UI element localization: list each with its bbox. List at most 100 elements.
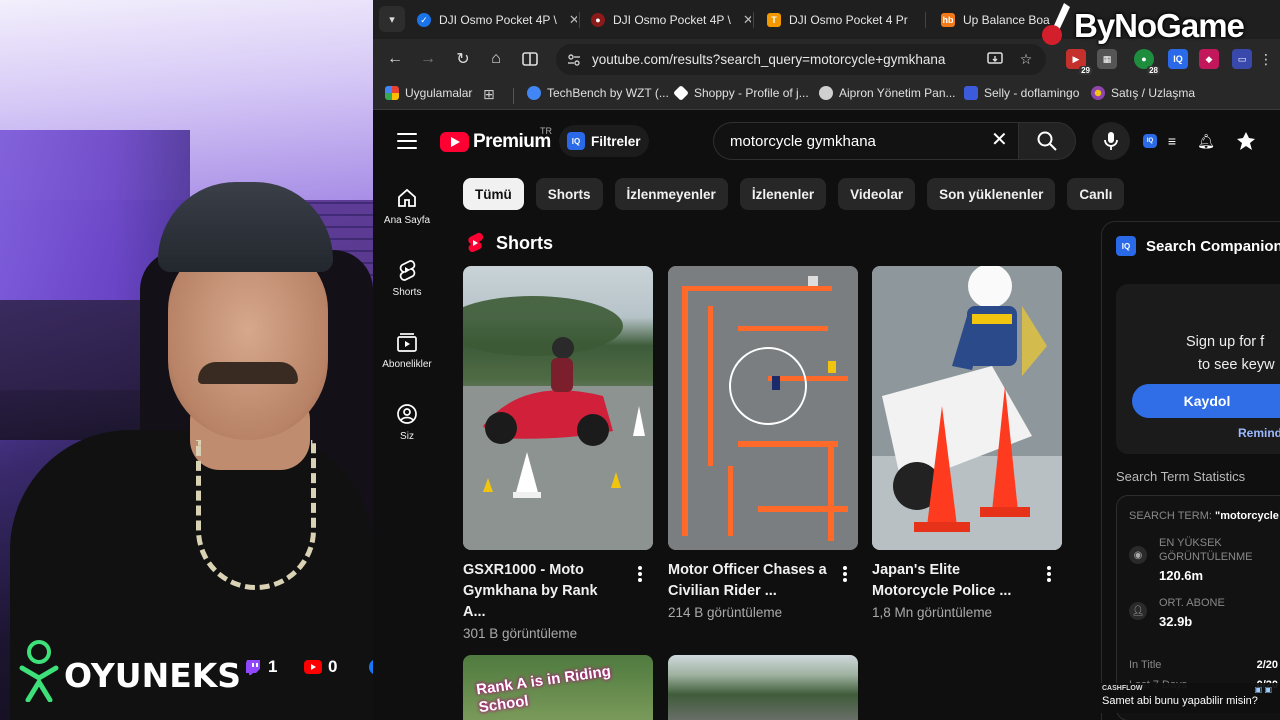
stats-title: Search Term Statistics bbox=[1116, 469, 1246, 484]
person-icon: 👤︎ bbox=[1129, 602, 1147, 620]
guide-shorts[interactable]: Shorts bbox=[373, 259, 441, 298]
guide-home[interactable]: Ana Sayfa bbox=[373, 187, 441, 226]
bookmark-label: Aipron Yönetim Pan... bbox=[839, 86, 956, 100]
thumbnail-caption: Rank A is in Riding School bbox=[475, 662, 612, 717]
ext-iq-icon[interactable]: IQ bbox=[1168, 49, 1188, 69]
short-thumbnail[interactable] bbox=[463, 266, 653, 550]
tab-divider bbox=[579, 12, 580, 28]
tab-1[interactable]: ✓ DJI Osmo Pocket 4P \ ✕ bbox=[417, 5, 577, 35]
short-card-2[interactable]: Motor Officer Chases a Civilian Rider ..… bbox=[668, 266, 858, 620]
youtube-logo[interactable]: Premium bbox=[440, 131, 551, 153]
bookmark-apps[interactable]: Uygulamalar bbox=[385, 86, 472, 100]
site-info-icon[interactable] bbox=[564, 50, 584, 70]
short-title[interactable]: Japan's Elite Motorcycle Police ... bbox=[872, 560, 1032, 602]
create-icon[interactable] bbox=[1236, 131, 1256, 151]
chip-all[interactable]: Tümü bbox=[463, 178, 524, 210]
remind-link[interactable]: Remind bbox=[1238, 426, 1280, 440]
more-options-icon[interactable] bbox=[842, 566, 848, 582]
subscriptions-icon bbox=[397, 333, 417, 352]
filters-button[interactable]: IQ Filtreler bbox=[559, 125, 649, 157]
guide-subscriptions[interactable]: Abonelikler bbox=[373, 331, 441, 370]
close-icon[interactable]: ✕ bbox=[743, 12, 751, 28]
reload-icon[interactable]: ↻ bbox=[453, 49, 473, 69]
short-title[interactable]: GSXR1000 - Moto Gymkhana by Rank A... bbox=[463, 560, 623, 623]
ext-mobile-icon[interactable]: ▭ bbox=[1232, 49, 1252, 69]
chip-watched[interactable]: İzlenenler bbox=[739, 178, 827, 210]
guide-you[interactable]: Siz bbox=[373, 403, 441, 442]
metric-value: 120.6m bbox=[1159, 568, 1204, 583]
metric-top-views: ◉ EN YÜKSEK GÖRÜNTÜLENME 120.6m bbox=[1129, 536, 1269, 583]
search-input[interactable]: motorcycle gymkhana bbox=[713, 122, 1018, 160]
ext-puzzle-icon[interactable]: ▦ bbox=[1097, 49, 1117, 69]
address-bar[interactable]: youtube.com/results?search_query=motorcy… bbox=[556, 44, 1046, 75]
short-card-4[interactable]: Rank A is in Riding School bbox=[463, 655, 653, 720]
bookmark-grid[interactable]: ⊞ bbox=[483, 86, 495, 103]
ext-red-icon[interactable]: ▶ 29 bbox=[1066, 49, 1092, 75]
install-icon[interactable] bbox=[986, 50, 1004, 68]
ext-pink-icon[interactable]: ◆ bbox=[1199, 49, 1219, 69]
list-icon[interactable]: ≡ bbox=[1162, 131, 1182, 151]
companion-header: IQ Search Companion bbox=[1116, 236, 1280, 256]
back-icon[interactable]: ← bbox=[385, 49, 405, 69]
tab-4[interactable]: hb Up Balance Boa bbox=[941, 5, 1051, 35]
room-shelf bbox=[0, 300, 140, 440]
oyuneks-logo-icon bbox=[19, 640, 59, 702]
forward-icon[interactable]: → bbox=[418, 49, 438, 69]
metric-label: EN YÜKSEK GÖRÜNTÜLENME bbox=[1159, 537, 1253, 563]
youtube-play-icon bbox=[440, 132, 469, 152]
motorcycle-scene bbox=[463, 296, 653, 550]
more-options-icon[interactable] bbox=[1046, 566, 1052, 582]
microphone-icon bbox=[1104, 132, 1118, 150]
tab-search-button[interactable]: ▾ bbox=[379, 6, 405, 32]
metric-label: ORT. ABONE bbox=[1159, 597, 1225, 609]
short-card-3[interactable]: Japan's Elite Motorcycle Police ... 1,8 … bbox=[872, 266, 1062, 620]
chip-live[interactable]: Canlı bbox=[1067, 178, 1125, 210]
bookmark-star-icon[interactable]: ☆ bbox=[1017, 50, 1035, 68]
close-icon[interactable]: ✕ bbox=[569, 12, 577, 28]
techbench-icon bbox=[527, 86, 541, 100]
bynogame-watermark: ByNoGame bbox=[1040, 0, 1280, 52]
region-code: TR bbox=[540, 126, 552, 136]
short-title[interactable]: Motor Officer Chases a Civilian Rider ..… bbox=[668, 560, 828, 602]
chip-shorts[interactable]: Shorts bbox=[535, 178, 603, 210]
short-card-5[interactable] bbox=[668, 655, 858, 720]
bookmark-selly[interactable]: Selly - doflamingo bbox=[964, 86, 1079, 100]
tab-title: Up Balance Boa bbox=[963, 13, 1050, 27]
ext-chat-icon[interactable]: ● 28 bbox=[1134, 49, 1160, 75]
browser-window: ▾ ✓ DJI Osmo Pocket 4P \ ✕ ● DJI Osmo Po… bbox=[373, 0, 1280, 720]
notifications-icon[interactable]: 🔔︎ bbox=[1196, 131, 1216, 151]
shorts-title: Shorts bbox=[496, 232, 554, 253]
tab-2[interactable]: ● DJI Osmo Pocket 4P \ ✕ bbox=[591, 5, 751, 35]
bookmark-satis[interactable]: Satış / Uzlaşma bbox=[1091, 86, 1195, 100]
metric-avg-subs: 👤︎ ORT. ABONE 32.9b bbox=[1129, 596, 1225, 629]
bookmark-techbench[interactable]: TechBench by WZT (... bbox=[527, 86, 669, 100]
more-menu-icon[interactable]: ⋮ bbox=[1257, 50, 1275, 68]
bookmark-label: Shoppy - Profile of j... bbox=[694, 86, 809, 100]
short-card-1[interactable]: GSXR1000 - Moto Gymkhana by Rank A... 30… bbox=[463, 266, 653, 641]
bookmark-shoppy[interactable]: Shoppy - Profile of j... bbox=[673, 85, 809, 101]
voice-search-button[interactable] bbox=[1092, 122, 1130, 160]
chip-recent[interactable]: Son yüklenenler bbox=[927, 178, 1056, 210]
guide-label: Ana Sayfa bbox=[383, 215, 431, 226]
home-icon[interactable]: ⌂ bbox=[486, 49, 506, 69]
search-button[interactable] bbox=[1018, 122, 1076, 160]
tab-3[interactable]: T DJI Osmo Pocket 4 Pr bbox=[767, 5, 917, 35]
signup-button[interactable]: Kaydol bbox=[1132, 384, 1280, 418]
course-scene bbox=[668, 266, 858, 550]
short-views: 301 B görüntüleme bbox=[463, 626, 578, 641]
short-thumbnail[interactable] bbox=[668, 266, 858, 550]
grid-icon: ⊞ bbox=[483, 86, 495, 102]
signup-text-2: to see keyw bbox=[1198, 357, 1275, 373]
bookmarks-bar: Uygulamalar ⊞ TechBench by WZT (... Shop… bbox=[373, 80, 1280, 110]
bookmark-aipron[interactable]: Aipron Yönetim Pan... bbox=[819, 86, 956, 100]
signup-card: Sign up for f to see keyw Kaydol Remind bbox=[1116, 284, 1280, 454]
clear-search-icon[interactable]: ✕ bbox=[991, 130, 1008, 150]
chip-videos[interactable]: Videolar bbox=[838, 178, 916, 210]
sidepanel-icon[interactable] bbox=[520, 49, 540, 69]
short-thumbnail[interactable] bbox=[872, 266, 1062, 550]
check-icon: ✓ bbox=[417, 13, 431, 27]
header-iq-icon[interactable]: IQ bbox=[1140, 131, 1160, 151]
more-options-icon[interactable] bbox=[637, 566, 643, 582]
menu-icon[interactable] bbox=[397, 133, 417, 149]
chip-unwatched[interactable]: İzlenmeyenler bbox=[614, 178, 728, 210]
